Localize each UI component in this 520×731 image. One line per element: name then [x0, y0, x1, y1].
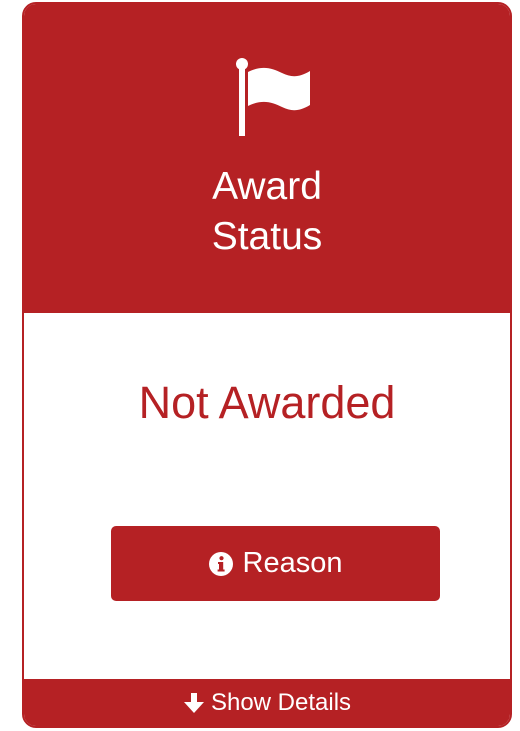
info-circle-icon: [208, 551, 233, 576]
show-details-label: Show Details: [210, 688, 352, 716]
flag-icon: [236, 58, 310, 136]
award-status-value: Not Awarded: [138, 377, 396, 428]
show-details-toggle[interactable]: Show Details: [24, 679, 510, 726]
card-title: Award Status: [24, 162, 510, 262]
arrow-down-icon: [183, 692, 204, 713]
award-status-card: Award Status Not Awarded Reason Show Det…: [22, 2, 512, 728]
card-title-line-1: Award: [212, 165, 322, 208]
card-body: Not Awarded Reason: [24, 313, 510, 683]
card-header: Award Status: [24, 4, 510, 313]
reason-button-label: Reason: [242, 547, 343, 579]
card-title-line-2: Status: [211, 215, 323, 258]
reason-button[interactable]: Reason: [111, 526, 440, 601]
